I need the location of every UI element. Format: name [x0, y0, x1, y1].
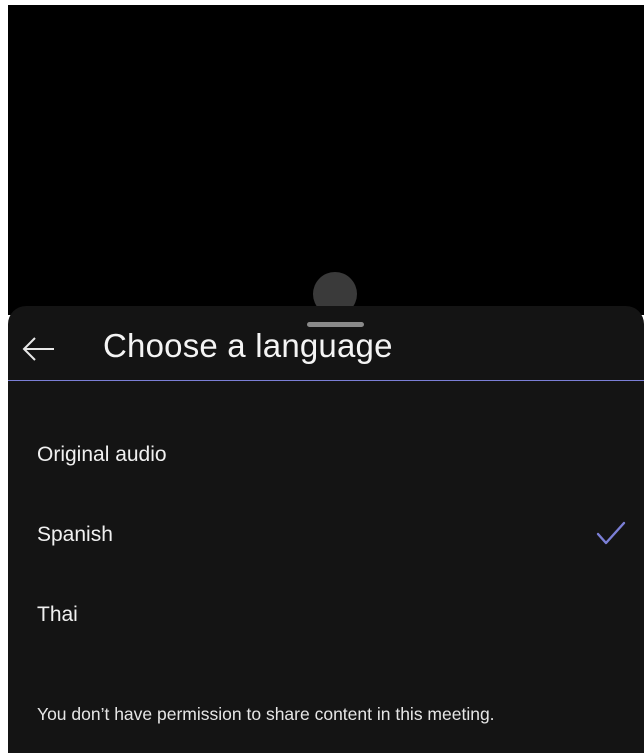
meeting-screen: Choose a language Original audio Spanish…	[0, 0, 644, 753]
language-option-spanish[interactable]: Spanish	[8, 496, 644, 576]
language-option-label: Spanish	[37, 523, 113, 546]
arrow-left-icon	[22, 337, 54, 361]
language-bottom-sheet: Choose a language Original audio Spanish…	[8, 306, 644, 753]
permission-notice: You don’t have permission to share conte…	[37, 704, 495, 724]
language-option-original-audio[interactable]: Original audio	[8, 416, 644, 496]
language-option-label: Thai	[37, 603, 78, 626]
language-option-label: Original audio	[37, 443, 167, 466]
back-button[interactable]	[14, 328, 64, 370]
language-option-thai[interactable]: Thai	[8, 576, 644, 656]
language-list: Original audio Spanish Thai	[8, 416, 644, 656]
checkmark-icon	[596, 521, 626, 545]
sheet-title: Choose a language	[103, 327, 393, 364]
sheet-header: Choose a language	[8, 326, 644, 381]
video-area	[8, 5, 644, 315]
